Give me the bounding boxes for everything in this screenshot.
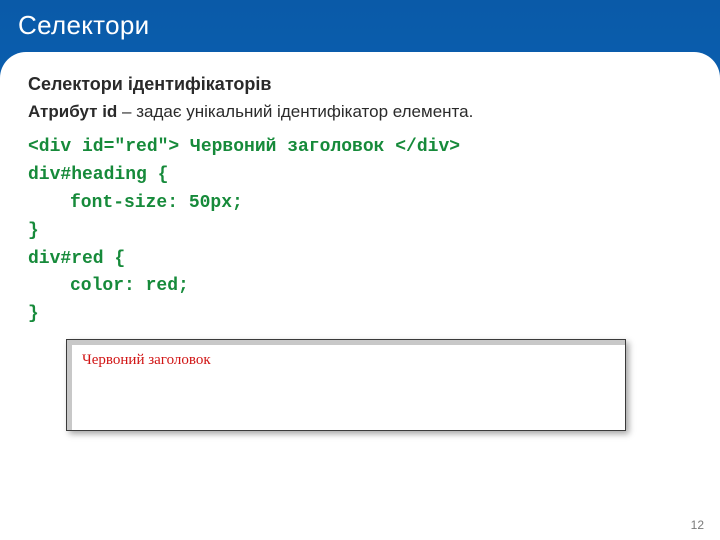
- description-line: Атрибут id – задає унікальний ідентифіка…: [28, 101, 692, 124]
- description-bold: Атрибут id: [28, 102, 117, 121]
- description-text: – задає унікальний ідентифікатор елемент…: [117, 102, 473, 121]
- section-subtitle: Селектори ідентифікаторів: [28, 74, 692, 95]
- example-inner: Червоний заголовок: [72, 345, 625, 430]
- code-line-5: div#red {: [28, 246, 692, 274]
- code-line-6: color: red;: [28, 273, 692, 301]
- page-number: 12: [691, 518, 704, 532]
- slide-title: Селектори: [18, 10, 702, 41]
- example-frame: Червоний заголовок: [66, 339, 626, 431]
- code-block: <div id="red"> Червоний заголовок </div>…: [28, 134, 692, 329]
- code-line-2: div#heading {: [28, 162, 692, 190]
- slide: Селектори Селектори ідентифікаторів Атри…: [0, 0, 720, 540]
- code-line-7: }: [28, 301, 692, 329]
- slide-header: Селектори: [0, 0, 720, 47]
- code-line-1: <div id="red"> Червоний заголовок </div>: [28, 134, 692, 162]
- code-line-4: }: [28, 218, 692, 246]
- content-card: Селектори ідентифікаторів Атрибут id – з…: [0, 52, 720, 540]
- code-line-3: font-size: 50px;: [28, 190, 692, 218]
- example-text: Червоний заголовок: [82, 352, 211, 368]
